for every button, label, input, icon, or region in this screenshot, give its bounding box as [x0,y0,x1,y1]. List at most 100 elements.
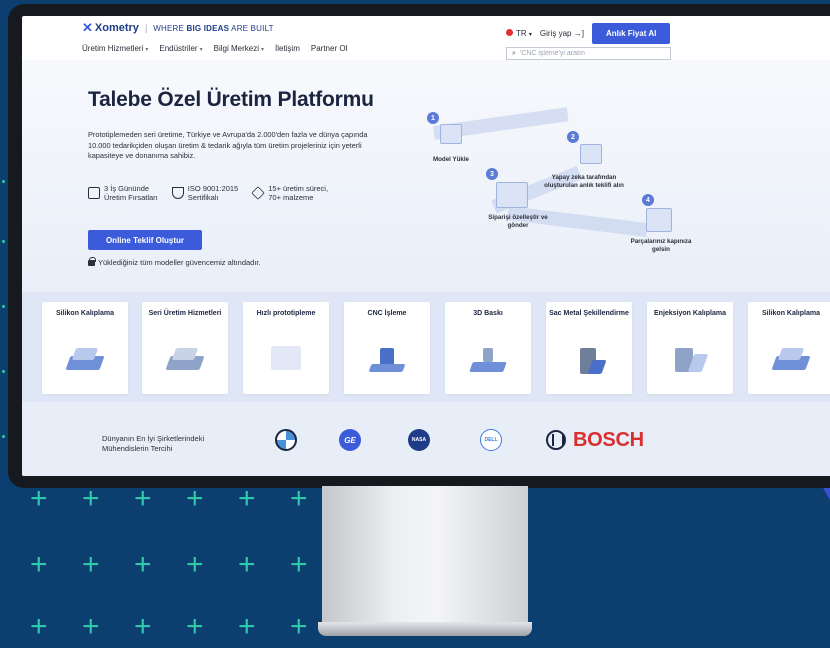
main-nav: Üretim Hizmetleri ▾ Endüstriler ▾ Bilgi Me… [82,44,830,53]
trusted-by-text: Dünyanın En İyi Şirketlerindeki Mühendis… [102,434,205,453]
step-number: 2 [567,131,579,143]
delivery-illustration [646,208,672,232]
nav-item-endustriler[interactable]: Endüstriler ▾ [159,44,202,53]
dot-decoration [2,435,5,438]
header-actions: TR ▾ Giriş yap →] Anlık Fiyat Al [506,23,671,44]
hero-description: Prototiplemeden seri üretime, Türkiye ve… [88,130,368,160]
feature-item: ISO 9001:2015 Sertifikalı [171,184,238,202]
plus-decoration: + [134,610,152,643]
turkey-flag-icon [506,29,513,36]
plus-decoration: + [82,610,100,643]
service-card[interactable]: Hızlı prototipleme [243,302,329,394]
trusted-by-section: Dünyanın En İyi Şirketlerindeki Mühendis… [22,402,830,476]
bosch-wordmark: BOSCH [573,429,644,451]
service-title: Silikon Kalıplama [56,310,114,317]
sheet-metal-icon [572,346,607,374]
dot-decoration [2,180,5,183]
plus-decoration: + [30,610,48,643]
plus-decoration: + [238,482,256,515]
search-icon: ⌕ [512,49,516,57]
process-diagram: 1 Model Yükle 2 Yapay zeka tarafından ol… [406,60,706,292]
lock-icon [88,256,96,266]
chevron-down-icon: ▾ [528,32,532,38]
step-number: 3 [486,168,498,180]
online-quote-button[interactable]: Online Teklif Oluştur [88,230,202,250]
xometry-logo-icon: ✕ [82,20,93,35]
plus-decoration: + [30,482,48,515]
tagline: WHERE BIG IDEAS ARE BUILT [153,23,274,33]
language-selector[interactable]: TR ▾ [506,29,532,38]
login-arrow-icon: →] [573,29,584,38]
service-title: Sac Metal Şekillendirme [549,310,629,317]
services-grid: Silikon Kalıplama Seri Üretim Hizmetleri… [22,292,830,402]
step-label: Parçalarınız kapınıza gelsin [630,238,692,253]
login-link[interactable]: Giriş yap →] [540,29,584,38]
site-header: ✕ Xometry | WHERE BIG IDEAS ARE BUILT Ür… [22,16,830,60]
shield-check-icon [171,187,184,199]
service-card[interactable]: Sac Metal Şekillendirme [546,302,632,394]
service-title: 3D Baskı [473,310,503,317]
nav-item-partner-ol[interactable]: Partner Ol [311,44,347,53]
silicone-molding-icon [65,346,105,374]
cube-icon [251,186,266,200]
service-card[interactable]: Seri Üretim Hizmetleri [142,302,228,394]
service-card[interactable]: Enjeksiyon Kalıplama [647,302,733,394]
brand: ✕ Xometry | WHERE BIG IDEAS ARE BUILT [82,20,830,36]
chevron-down-icon: ▾ [145,47,149,53]
mass-production-icon [165,346,205,374]
nasa-logo-icon: NASA [408,429,430,451]
search-placeholder: 'CNC işleme'yi aratın [519,50,585,57]
plus-decoration: + [186,610,204,643]
hero-features: 3 İş Gününde Üretim Fırsatları ISO 9001:2… [88,184,328,202]
plus-decoration: + [30,548,48,581]
ai-quote-illustration [580,144,602,164]
monitor-frame: ✕ Xometry | WHERE BIG IDEAS ARE BUILT Ür… [8,4,830,488]
service-title: Silikon Kalıplama [762,310,820,317]
search-input[interactable]: ⌕ 'CNC işleme'yi aratın [506,47,671,60]
service-card[interactable]: Silikon Kalıplama [42,302,128,394]
plus-decoration: + [238,610,256,643]
divider: | [144,23,148,33]
plus-decoration: + [82,548,100,581]
upload-model-illustration [440,124,462,144]
service-card[interactable]: 3D Baskı [445,302,531,394]
plus-decoration: + [290,482,308,515]
feature-item: 3 İş Gününde Üretim Fırsatları [88,184,158,202]
hero-section: Talebe Özel Üretim Platformu Prototiplem… [22,60,830,292]
secure-note: Yüklediğiniz tüm modeller güvencemiz alt… [88,256,261,267]
website-screen: ✕ Xometry | WHERE BIG IDEAS ARE BUILT Ür… [22,16,830,476]
step-number: 4 [642,194,654,206]
dot-decoration [2,370,5,373]
plus-decoration: + [186,482,204,515]
rapid-prototyping-icon [269,346,303,374]
service-card[interactable]: CNC İşleme [344,302,430,394]
plus-decoration: + [290,548,308,581]
chevron-down-icon: ▾ [260,47,264,53]
brand-name: Xometry [94,22,139,34]
plus-decoration: + [134,482,152,515]
ge-logo-icon: GE [339,429,361,451]
3d-printing-icon [469,346,507,374]
service-card[interactable]: Silikon Kalıplama [748,302,830,394]
plus-decoration: + [82,482,100,515]
nav-item-bilgi-merkezi[interactable]: Bilgi Merkezi ▾ [214,44,264,53]
silicone-molding-icon [771,346,811,374]
step-label: Siparişi özelleştir ve gönder [488,214,548,229]
plus-decoration: + [186,548,204,581]
step-label: Yapay zeka tarafından oluşturulan anlık … [544,174,624,189]
instant-quote-button[interactable]: Anlık Fiyat Al [591,23,671,44]
step-number: 1 [427,112,439,124]
cnc-machining-icon [368,346,406,374]
injection-molding-icon [673,346,709,374]
service-title: Enjeksiyon Kalıplama [654,310,726,317]
chevron-down-icon: ▾ [199,47,203,53]
bosch-logo-icon [546,430,566,450]
plus-decoration: + [238,548,256,581]
nav-item-iletisim[interactable]: İletişim [275,44,300,53]
service-title: CNC İşleme [367,310,407,317]
plus-decoration: + [134,548,152,581]
dell-logo-icon: DELL [480,429,502,451]
xometry-logo[interactable]: ✕ Xometry [82,20,139,36]
hero-title: Talebe Özel Üretim Platformu [88,88,374,111]
nav-item-uretim-hizmetleri[interactable]: Üretim Hizmetleri ▾ [82,44,148,53]
